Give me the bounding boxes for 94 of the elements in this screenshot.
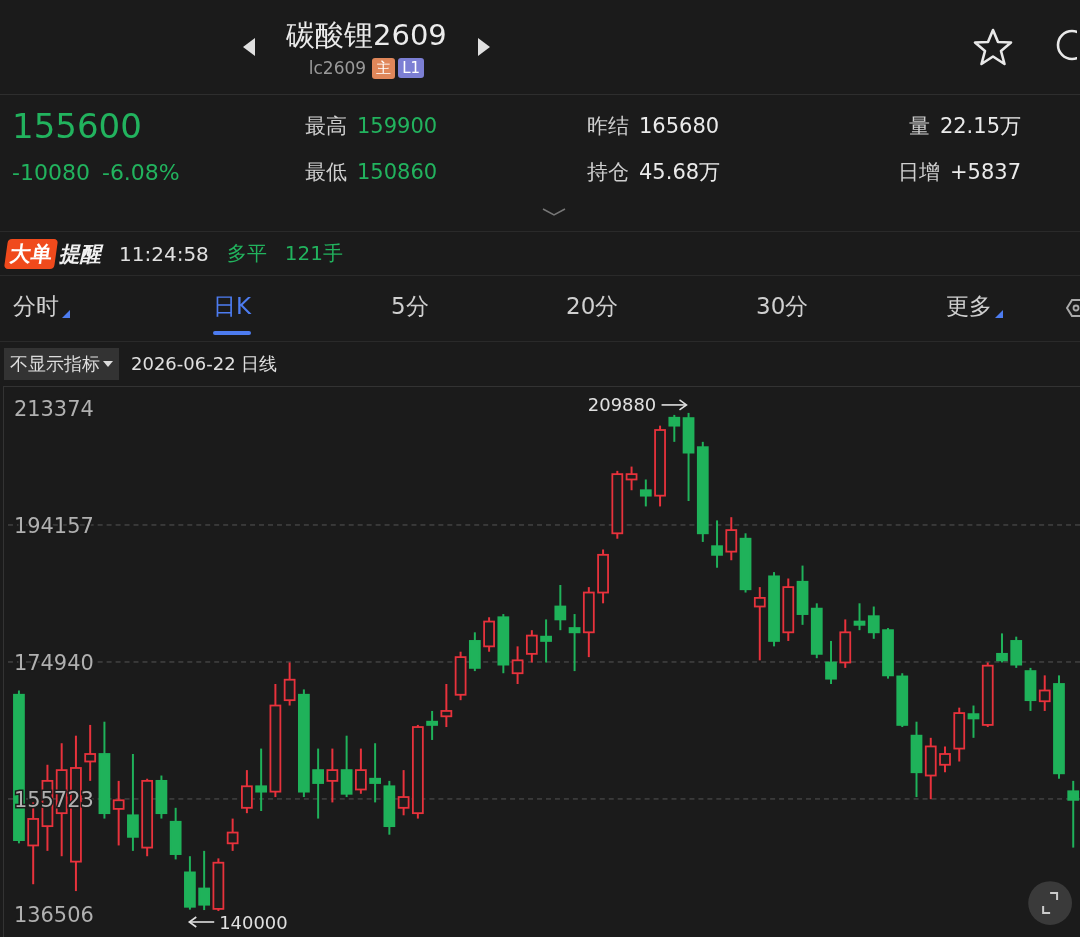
stat-label: 量 <box>908 113 930 140</box>
percent-change: -6.08% <box>101 159 180 185</box>
period-tab[interactable]: 更多 <box>942 281 1007 336</box>
tag: L1 <box>398 58 425 78</box>
falling-candle <box>568 613 581 673</box>
alert-volume: 121手 <box>284 240 343 267</box>
rising-candle <box>326 747 339 804</box>
falling-candle <box>554 584 567 632</box>
high-price-marker: 209880 <box>587 393 657 415</box>
stat-label: 最低 <box>305 159 347 186</box>
falling-candle <box>468 631 481 673</box>
settings-icon[interactable] <box>1066 296 1080 320</box>
falling-candle <box>340 734 353 799</box>
falling-candle <box>198 849 211 912</box>
indicator-dropdown[interactable]: 不显示指标 <box>4 348 119 380</box>
price-change: -10080 <box>12 159 90 185</box>
stat-value: +5837 <box>949 160 1021 184</box>
last-price: 155600 <box>12 106 143 146</box>
rising-candle <box>454 650 467 702</box>
axis-label: 213374 <box>13 396 94 421</box>
falling-candle <box>426 709 438 741</box>
stat-value: 22.15万 <box>939 113 1021 140</box>
rising-candle <box>924 736 937 801</box>
alert-action: 多平 <box>226 240 267 267</box>
falling-candle <box>1010 635 1023 669</box>
period-tab[interactable]: 5分 <box>387 281 433 336</box>
rising-candle <box>212 857 225 913</box>
period-tab[interactable]: 日K <box>209 281 256 336</box>
rising-candle <box>782 577 795 642</box>
stat-label: 最高 <box>305 113 347 140</box>
rising-candle <box>84 723 97 782</box>
falling-candle <box>996 632 1008 664</box>
stat-label: 日增 <box>897 159 940 186</box>
rising-candle <box>112 779 125 847</box>
falling-candle <box>967 704 980 739</box>
falling-candle <box>739 532 752 594</box>
period-tab[interactable]: 30分 <box>752 281 813 336</box>
rising-candle <box>483 616 495 653</box>
chevron-down-icon[interactable] <box>542 207 566 217</box>
falling-candle <box>155 774 168 820</box>
falling-candle <box>383 779 396 836</box>
rising-candle <box>939 745 951 774</box>
arrow-icon <box>660 399 688 411</box>
star-icon[interactable] <box>972 27 1013 67</box>
period-tab[interactable]: 分时 <box>9 281 74 336</box>
contract-title: 碳酸锂2609 <box>286 16 447 54</box>
rising-candle <box>839 618 852 669</box>
falling-candle <box>896 672 909 729</box>
axis-label: 174940 <box>13 650 94 675</box>
falling-candle <box>639 478 652 508</box>
arrow-icon <box>187 916 215 928</box>
alert-time: 11:24:58 <box>119 241 209 266</box>
falling-candle <box>169 806 182 861</box>
axis-label: 136506 <box>13 903 94 927</box>
caret-icon <box>103 361 113 367</box>
rising-candle <box>725 516 738 562</box>
rising-candle <box>226 817 239 852</box>
rising-candle <box>597 548 609 605</box>
rising-candle <box>241 769 253 815</box>
falling-candle <box>369 742 381 804</box>
rising-candle <box>953 706 966 763</box>
stat-value: 165680 <box>639 114 720 138</box>
falling-candle <box>540 618 552 664</box>
tag: 主 <box>372 57 396 79</box>
falling-candle <box>796 564 809 626</box>
stat-value: 45.68万 <box>639 159 721 186</box>
rising-candle <box>397 769 410 817</box>
falling-candle <box>497 613 510 675</box>
rising-candle <box>511 645 524 685</box>
falling-candle <box>825 639 837 685</box>
falling-candle <box>184 855 196 911</box>
period-tab[interactable]: 20分 <box>562 281 623 336</box>
rising-candle <box>981 661 994 729</box>
falling-candle <box>867 605 880 640</box>
date-label: 2026-06-22 日线 <box>131 352 278 376</box>
stat-value: 150860 <box>357 160 438 184</box>
rising-candle <box>440 683 453 729</box>
falling-candle <box>853 602 866 632</box>
fullscreen-button[interactable] <box>1028 881 1073 925</box>
axis-label: 194157 <box>13 513 94 538</box>
rising-candle <box>1038 674 1051 712</box>
falling-candle <box>1024 666 1037 712</box>
falling-candle <box>882 627 894 680</box>
falling-candle <box>1067 779 1080 849</box>
stat-label: 持仓 <box>587 159 629 186</box>
falling-candle <box>810 602 823 660</box>
rising-candle <box>525 629 538 664</box>
contract-code: lc2609 <box>308 58 367 78</box>
stat-value: 159900 <box>357 114 438 138</box>
falling-candle <box>711 519 723 569</box>
stat-label: 昨结 <box>587 113 629 140</box>
rising-candle <box>355 747 367 795</box>
low-price-marker: 140000 <box>219 911 288 933</box>
falling-candle <box>255 747 268 813</box>
